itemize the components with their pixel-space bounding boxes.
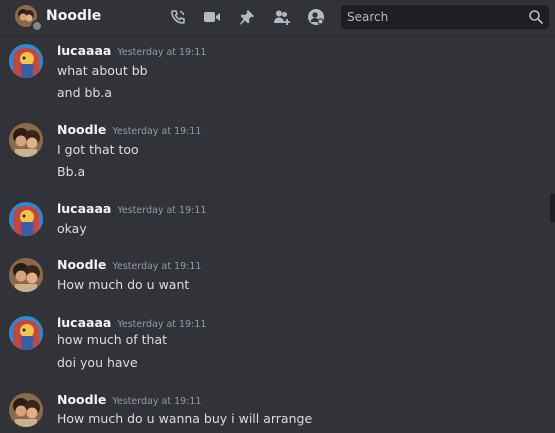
dm-window: Noodle Search lucaaaa Yesterday at 19:11… bbox=[0, 0, 555, 433]
search-input[interactable]: Search bbox=[341, 5, 549, 29]
message-text: I got that too bbox=[57, 142, 139, 157]
noodle-avatar[interactable] bbox=[9, 123, 43, 157]
video-call-icon[interactable] bbox=[203, 8, 221, 26]
message-author[interactable]: Noodle Yesterday at 19:11 bbox=[57, 122, 201, 137]
message-timestamp: Yesterday at 19:11 bbox=[117, 205, 207, 216]
lucaaaa-avatar[interactable] bbox=[9, 202, 43, 236]
message-text: and bb.a bbox=[57, 85, 112, 100]
search-icon[interactable] bbox=[528, 9, 544, 25]
message-author[interactable]: lucaaaa Yesterday at 19:11 bbox=[57, 315, 206, 330]
noodle-avatar[interactable] bbox=[9, 393, 43, 427]
pin-icon[interactable] bbox=[238, 8, 256, 26]
noodle-avatar[interactable] bbox=[9, 258, 43, 292]
scrollbar-thumb[interactable] bbox=[550, 193, 555, 223]
message-timestamp: Yesterday at 19:11 bbox=[112, 261, 202, 272]
message-author[interactable]: Noodle Yesterday at 19:11 bbox=[57, 257, 201, 272]
message-timestamp: Yesterday at 19:11 bbox=[112, 396, 202, 407]
lucaaaa-avatar[interactable] bbox=[9, 44, 43, 78]
message-author[interactable]: lucaaaa Yesterday at 19:11 bbox=[57, 201, 206, 216]
channel-header: Noodle Search bbox=[0, 0, 555, 37]
message-text: How much do u want bbox=[57, 277, 190, 292]
user-profile-icon[interactable] bbox=[307, 8, 325, 26]
message-timestamp: Yesterday at 19:11 bbox=[117, 47, 207, 58]
phone-call-icon[interactable] bbox=[169, 8, 187, 26]
message-text: okay bbox=[57, 221, 87, 236]
message-text: doi you have bbox=[57, 355, 138, 370]
message-text: how much of that bbox=[57, 332, 168, 347]
message-timestamp: Yesterday at 19:11 bbox=[117, 319, 207, 330]
message-text: How much do u wanna buy i will arrange bbox=[57, 411, 313, 426]
lucaaaa-avatar[interactable] bbox=[9, 316, 43, 350]
message-text: what about bb bbox=[57, 63, 148, 78]
message-author[interactable]: Noodle Yesterday at 19:11 bbox=[57, 392, 201, 407]
message-list: lucaaaa Yesterday at 19:11 what about bb … bbox=[0, 37, 555, 433]
message-timestamp: Yesterday at 19:11 bbox=[112, 126, 202, 137]
add-friend-icon[interactable] bbox=[273, 8, 291, 26]
search-placeholder: Search bbox=[347, 10, 389, 24]
status-indicator bbox=[31, 20, 43, 32]
message-text: Bb.a bbox=[57, 164, 86, 179]
message-author[interactable]: lucaaaa Yesterday at 19:11 bbox=[57, 43, 206, 58]
channel-title: Noodle bbox=[46, 8, 102, 24]
